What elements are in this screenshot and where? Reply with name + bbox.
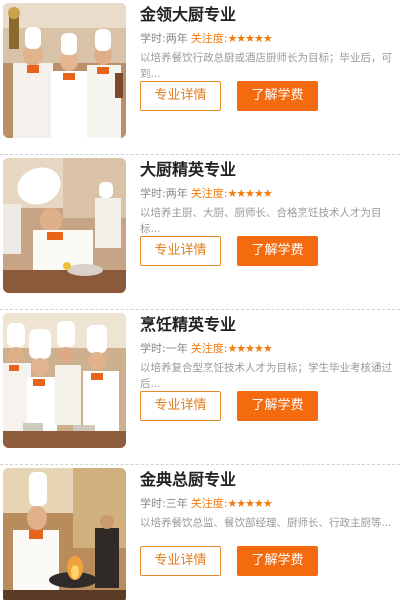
star-rating: ★★★★★ bbox=[227, 342, 272, 355]
course-meta: 学时:三年 关注度:★★★★★ bbox=[140, 496, 396, 512]
tuition-info-button[interactable]: 了解学费 bbox=[237, 81, 318, 111]
course-meta: 学时:一年 关注度:★★★★★ bbox=[140, 341, 396, 357]
course-detail-button[interactable]: 专业详情 bbox=[140, 236, 221, 266]
star-rating: ★★★★★ bbox=[227, 187, 272, 200]
course-description: 以培养餐饮总监、餐饮部经理、厨师长、行政主厨等... bbox=[140, 517, 392, 529]
tuition-info-button[interactable]: 了解学费 bbox=[237, 236, 318, 266]
course-meta: 学时:两年 关注度:★★★★★ bbox=[140, 31, 396, 47]
star-rating: ★★★★★ bbox=[227, 497, 272, 510]
course-title[interactable]: 金典总厨专业 bbox=[140, 469, 396, 491]
course-actions: 专业详情 了解学费 bbox=[140, 81, 396, 111]
attention-label: 关注度: bbox=[190, 342, 228, 355]
course-title[interactable]: 金领大厨专业 bbox=[140, 4, 396, 26]
course-info: 大厨精英专业 学时:两年 关注度:★★★★★ 以培养主厨、大厨、厨师长、合格烹饪技… bbox=[140, 159, 396, 266]
course-list: 金领大厨专业 学时:两年 关注度:★★★★★ 以培养餐饮行政总厨或酒店厨师长为目标… bbox=[0, 0, 400, 600]
course-info: 金领大厨专业 学时:两年 关注度:★★★★★ 以培养餐饮行政总厨或酒店厨师长为目标… bbox=[140, 4, 396, 111]
course-card: 烹饪精英专业 学时:一年 关注度:★★★★★ 以培养复合型烹饪技术人才为目标；学生… bbox=[0, 310, 400, 465]
attention-label: 关注度: bbox=[190, 32, 228, 45]
course-meta: 学时:两年 关注度:★★★★★ bbox=[140, 186, 396, 202]
attention-label: 关注度: bbox=[190, 497, 228, 510]
course-description: 以培养复合型烹饪技术人才为目标；学生毕业考核通过后... bbox=[140, 362, 392, 390]
chef-flame-wok-photo[interactable] bbox=[3, 468, 126, 600]
course-card: 大厨精英专业 学时:两年 关注度:★★★★★ 以培养主厨、大厨、厨师长、合格烹饪技… bbox=[0, 155, 400, 310]
star-rating: ★★★★★ bbox=[227, 32, 272, 45]
course-actions: 专业详情 了解学费 bbox=[140, 546, 396, 576]
chef-cooking-photo[interactable] bbox=[3, 158, 126, 293]
course-detail-button[interactable]: 专业详情 bbox=[140, 81, 221, 111]
chefs-holding-trophy-photo[interactable] bbox=[3, 3, 126, 138]
chef-students-class-photo[interactable] bbox=[3, 313, 126, 448]
course-description: 以培养主厨、大厨、厨师长、合格烹饪技术人才为目标... bbox=[140, 207, 382, 235]
course-card: 金领大厨专业 学时:两年 关注度:★★★★★ 以培养餐饮行政总厨或酒店厨师长为目标… bbox=[0, 0, 400, 155]
course-duration: 学时:两年 bbox=[140, 187, 188, 200]
course-detail-button[interactable]: 专业详情 bbox=[140, 391, 221, 421]
course-actions: 专业详情 了解学费 bbox=[140, 236, 396, 266]
course-actions: 专业详情 了解学费 bbox=[140, 391, 396, 421]
course-title[interactable]: 大厨精英专业 bbox=[140, 159, 396, 181]
course-duration: 学时:三年 bbox=[140, 497, 188, 510]
course-detail-button[interactable]: 专业详情 bbox=[140, 546, 221, 576]
tuition-info-button[interactable]: 了解学费 bbox=[237, 546, 318, 576]
course-info: 烹饪精英专业 学时:一年 关注度:★★★★★ 以培养复合型烹饪技术人才为目标；学生… bbox=[140, 314, 396, 421]
course-duration: 学时:两年 bbox=[140, 32, 188, 45]
course-title[interactable]: 烹饪精英专业 bbox=[140, 314, 396, 336]
attention-label: 关注度: bbox=[190, 187, 228, 200]
course-info: 金典总厨专业 学时:三年 关注度:★★★★★ 以培养餐饮总监、餐饮部经理、厨师长、… bbox=[140, 469, 396, 576]
course-description: 以培养餐饮行政总厨或酒店厨师长为目标；毕业后，可到... bbox=[140, 52, 392, 80]
course-card: 金典总厨专业 学时:三年 关注度:★★★★★ 以培养餐饮总监、餐饮部经理、厨师长、… bbox=[0, 465, 400, 600]
tuition-info-button[interactable]: 了解学费 bbox=[237, 391, 318, 421]
course-duration: 学时:一年 bbox=[140, 342, 188, 355]
